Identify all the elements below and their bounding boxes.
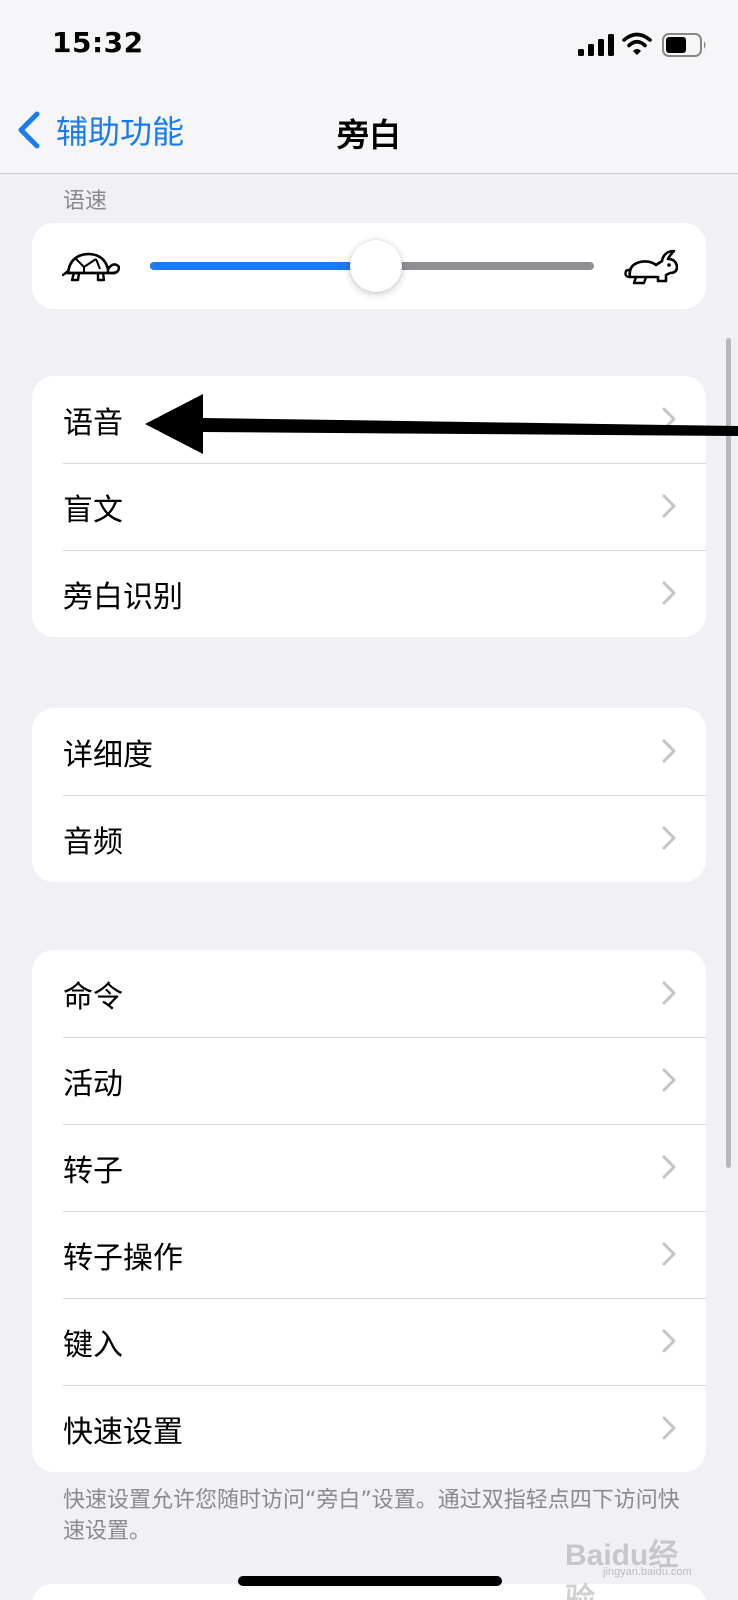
annotation-arrow bbox=[145, 394, 738, 454]
row-label: 盲文 bbox=[63, 492, 123, 528]
chevron-right-icon bbox=[662, 1329, 676, 1353]
speaking-rate-slider[interactable] bbox=[150, 240, 594, 292]
slider-fill bbox=[150, 262, 377, 270]
row-label: 转子 bbox=[63, 1153, 123, 1189]
chevron-right-icon bbox=[662, 739, 676, 763]
baidu-watermark: Baidu经验 jingyan.baidu.com bbox=[565, 1530, 705, 1600]
settings-group-commands: 命令 活动 转子 转子操作 键入 快速设置 bbox=[32, 950, 706, 1472]
screen: 15:32 辅助功能 旁白 语速 语音 盲文 旁白识别 详细度 音频 命令 活动… bbox=[0, 0, 738, 1600]
row-quick-settings[interactable]: 快速设置 bbox=[32, 1385, 706, 1472]
row-label: 键入 bbox=[63, 1327, 123, 1363]
row-audio[interactable]: 音频 bbox=[32, 795, 706, 882]
row-label: 详细度 bbox=[63, 737, 153, 773]
row-label: 命令 bbox=[63, 979, 123, 1015]
slider-thumb[interactable] bbox=[350, 240, 403, 292]
row-commands[interactable]: 命令 bbox=[32, 950, 706, 1037]
chevron-right-icon bbox=[662, 1068, 676, 1092]
wifi-icon bbox=[622, 32, 652, 55]
chevron-right-icon bbox=[662, 826, 676, 850]
chevron-right-icon bbox=[662, 1155, 676, 1179]
cellular-signal-icon bbox=[578, 34, 614, 56]
row-braille[interactable]: 盲文 bbox=[32, 463, 706, 550]
row-label: 旁白识别 bbox=[63, 579, 183, 615]
chevron-right-icon bbox=[662, 494, 676, 518]
row-label: 快速设置 bbox=[63, 1414, 183, 1450]
status-time: 15:32 bbox=[52, 26, 144, 59]
status-bar: 15:32 bbox=[0, 0, 738, 90]
row-typing[interactable]: 键入 bbox=[32, 1298, 706, 1385]
battery-icon bbox=[662, 33, 706, 57]
chevron-right-icon bbox=[662, 981, 676, 1005]
home-indicator bbox=[238, 1576, 502, 1586]
page-title: 旁白 bbox=[336, 116, 401, 154]
navigation-bar: 辅助功能 旁白 bbox=[0, 90, 738, 174]
watermark-url: jingyan.baidu.com bbox=[603, 1566, 692, 1578]
row-rotor-actions[interactable]: 转子操作 bbox=[32, 1211, 706, 1298]
row-activities[interactable]: 活动 bbox=[32, 1037, 706, 1124]
row-verbosity[interactable]: 详细度 bbox=[32, 708, 706, 795]
scroll-indicator bbox=[726, 338, 731, 1168]
row-label: 转子操作 bbox=[63, 1240, 183, 1276]
chevron-right-icon bbox=[662, 581, 676, 605]
row-label: 活动 bbox=[63, 1066, 123, 1102]
row-voiceover-recognition[interactable]: 旁白识别 bbox=[32, 550, 706, 637]
row-label: 语音 bbox=[63, 405, 123, 441]
speaking-rate-card bbox=[32, 223, 706, 309]
rabbit-icon bbox=[624, 249, 678, 285]
chevron-right-icon bbox=[662, 1242, 676, 1266]
watermark-logo: Baidu经验 bbox=[565, 1539, 679, 1600]
row-rotor[interactable]: 转子 bbox=[32, 1124, 706, 1211]
speaking-rate-header: 语速 bbox=[63, 189, 108, 214]
chevron-right-icon bbox=[662, 1416, 676, 1440]
turtle-icon bbox=[62, 252, 120, 282]
settings-group-verbosity: 详细度 音频 bbox=[32, 708, 706, 882]
row-label: 音频 bbox=[63, 824, 123, 860]
